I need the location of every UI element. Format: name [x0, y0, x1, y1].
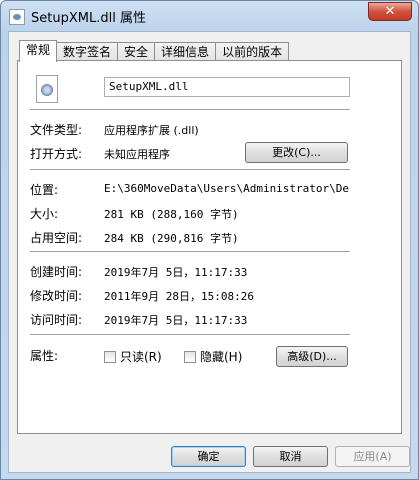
location-value: E:\360MoveData\Users\Administrator\Deskt…	[104, 182, 350, 195]
cancel-button[interactable]: 取消	[253, 446, 328, 467]
size-on-disk-label: 占用空间:	[30, 231, 83, 245]
separator	[30, 169, 350, 171]
dll-file-icon	[9, 9, 25, 25]
hidden-label[interactable]: 隐藏(H)	[200, 348, 242, 365]
file-type-value: 应用程序扩展 (.dll)	[104, 124, 199, 137]
window-title: SetupXML.dll 属性	[31, 11, 146, 26]
size-value: 281 KB (288,160 字节)	[104, 208, 239, 221]
advanced-button[interactable]: 高级(D)...	[276, 346, 348, 367]
accessed-value: 2019年7月 5日，11:17:33	[104, 314, 248, 327]
readonly-checkbox[interactable]	[104, 351, 116, 363]
open-with-value: 未知应用程序	[104, 148, 170, 161]
ok-button[interactable]: 确定	[171, 446, 246, 467]
accessed-label: 访问时间:	[30, 313, 83, 327]
tab-digital-signatures[interactable]: 数字签名	[56, 42, 119, 61]
file-name-field[interactable]: SetupXML.dll	[104, 77, 350, 97]
tab-strip: 常规 数字签名 安全 详细信息 以前的版本	[19, 40, 290, 62]
change-button[interactable]: 更改(C)...	[245, 142, 348, 163]
size-on-disk-value: 284 KB (290,816 字节)	[104, 232, 239, 245]
hidden-checkbox[interactable]	[184, 351, 196, 363]
open-with-label: 打开方式:	[30, 147, 83, 161]
tab-security[interactable]: 安全	[117, 42, 156, 61]
modified-label: 修改时间:	[30, 289, 83, 303]
location-label: 位置:	[30, 183, 59, 197]
modified-value: 2011年9月 28日，15:08:26	[104, 290, 254, 303]
readonly-label[interactable]: 只读(R)	[120, 348, 162, 365]
file-type-label: 文件类型:	[30, 123, 83, 137]
tab-details[interactable]: 详细信息	[154, 42, 217, 61]
separator	[30, 334, 350, 336]
gear-file-icon	[36, 75, 58, 103]
tab-general[interactable]: 常规	[19, 40, 58, 62]
dialog-client: 常规 数字签名 安全 详细信息 以前的版本 SetupXML.dll 文件类型:…	[8, 31, 411, 473]
title-bar: SetupXML.dll 属性 ✕	[1, 1, 418, 31]
attributes-label: 属性:	[30, 349, 59, 363]
general-panel: SetupXML.dll 文件类型: 应用程序扩展 (.dll) 打开方式: 未…	[17, 60, 402, 434]
separator	[30, 251, 350, 253]
close-button[interactable]: ✕	[368, 2, 412, 21]
created-value: 2019年7月 5日，11:17:33	[104, 266, 248, 279]
properties-window: SetupXML.dll 属性 ✕ 常规 数字签名 安全 详细信息 以前的版本 …	[0, 0, 419, 480]
tab-previous-versions[interactable]: 以前的版本	[215, 42, 290, 61]
created-label: 创建时间:	[30, 265, 83, 279]
size-label: 大小:	[30, 207, 59, 221]
separator	[30, 109, 350, 111]
apply-button[interactable]: 应用(A)	[335, 446, 410, 467]
